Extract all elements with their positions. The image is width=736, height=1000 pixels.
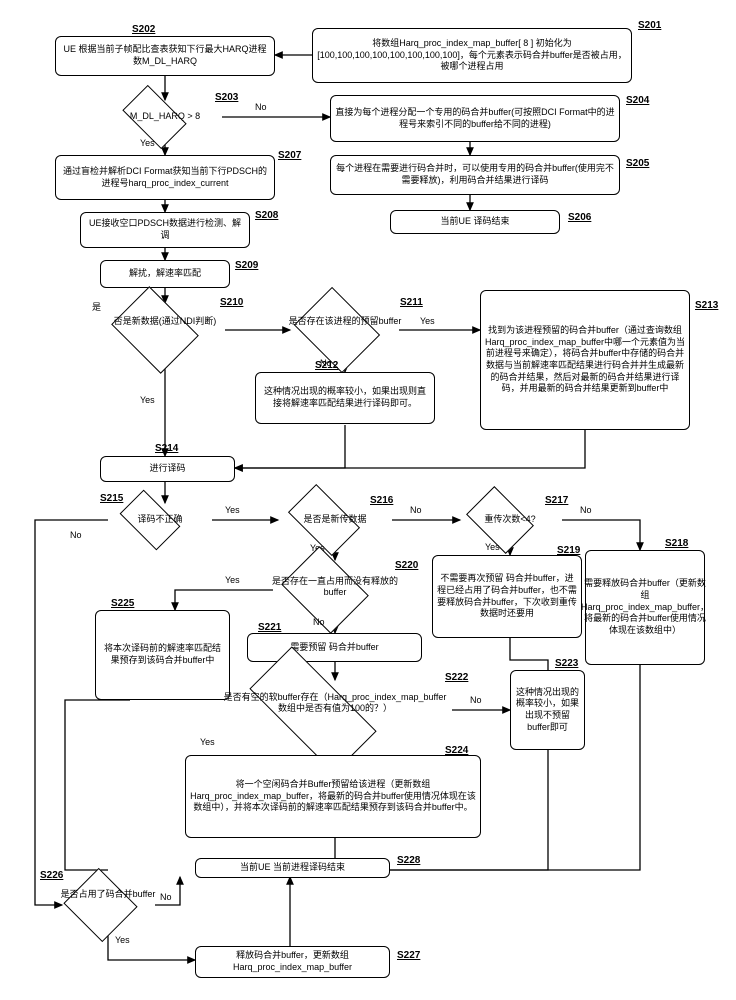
node-s227-text: 释放码合并buffer，更新数组Harq_proc_index_map_buff… [200,950,385,973]
edge-s222-no: No [470,695,482,705]
node-s214: 进行译码 [100,456,235,482]
label-s208: S208 [255,210,278,221]
edge-s222-yes: Yes [200,737,215,747]
label-s215: S215 [100,493,123,504]
edge-s210-shi: 是 [92,300,101,313]
node-s223-text: 这种情况出现的概率较小，如果出现不预留buffer即可 [515,687,580,734]
label-s214: S214 [155,443,178,454]
node-s221-text: 需要预留 码合并buffer [290,642,378,654]
edge-s215-yes: Yes [225,505,240,515]
node-s203-text: M_DL_HARQ > 8 [110,111,220,122]
node-s208-text: UE接收空口PDSCH数据进行检测、解调 [85,218,245,241]
node-s218-text: 需要释放码合并buffer（更新数组Harq_proc_index_map_bu… [581,578,709,636]
label-s204: S204 [626,95,649,106]
node-s215-text: 译码不正确 [112,514,208,525]
edge-s226-yes: Yes [115,935,130,945]
node-s227: 释放码合并buffer，更新数组Harq_proc_index_map_buff… [195,946,390,978]
node-s213: 找到为该进程预留的码合并buffer（通过查询数组Harq_proc_index… [480,290,690,430]
label-s202: S202 [132,24,155,35]
node-s211-text: 是否存在该进程的预留buffer [285,316,405,327]
node-s225-text: 将本次译码前的解速率匹配结果预存到该码合并buffer中 [100,643,225,666]
label-s201: S201 [638,20,661,31]
label-s211: S211 [400,297,423,308]
node-s202-text: UE 根据当前子帧配比查表获知下行最大HARQ进程数M_DL_HARQ [60,44,270,67]
node-s204-text: 直接为每个进程分配一个专用的码合并buffer(可按照DCI Format中的进… [335,107,615,130]
label-s223: S223 [555,658,578,669]
label-s228: S228 [397,855,420,866]
label-s222: S222 [445,672,468,683]
label-s218: S218 [665,538,688,549]
node-s218: 需要释放码合并buffer（更新数组Harq_proc_index_map_bu… [585,550,705,665]
edge-s215-no: No [70,530,82,540]
node-s204: 直接为每个进程分配一个专用的码合并buffer(可按照DCI Format中的进… [330,95,620,142]
node-s221: 需要预留 码合并buffer [247,633,422,662]
node-s207-text: 通过盲检并解析DCI Format获知当前下行PDSCH的进程号harq_pro… [60,166,270,189]
label-s216: S216 [370,495,393,506]
label-s224: S224 [445,745,468,756]
label-s221: S221 [258,622,281,633]
node-s212-text: 这种情况出现的概率较小，如果出现则直接将解速率匹配结果进行译码即可。 [260,386,430,409]
node-s228: 当前UE 当前进程译码结束 [195,858,390,878]
label-s205: S205 [626,158,649,169]
node-s217-text: 重传次数<4? [458,514,562,525]
node-s223: 这种情况出现的概率较小，如果出现不预留buffer即可 [510,670,585,750]
node-s209: 解扰，解速率匹配 [100,260,230,288]
node-s228-text: 当前UE 当前进程译码结束 [240,862,345,874]
node-s206-text: 当前UE 译码结束 [440,216,509,228]
node-s212: 这种情况出现的概率较小，如果出现则直接将解速率匹配结果进行译码即可。 [255,372,435,424]
node-s216-text: 是否是新传数据 [277,514,393,525]
node-s224-text: 将一个空闲码合并Buffer预留给该进程（更新数组Harq_proc_index… [190,779,476,814]
edge-s216-no: No [410,505,422,515]
edge-s203-yes: Yes [140,138,155,148]
edge-s203-no: No [255,102,267,112]
node-s210-text: 否是新数据(通过NDI判断) [103,316,227,327]
node-s222-text: 是否有空的软buffer存在（Harq_proc_index_map_buffe… [220,692,450,714]
label-s219: S219 [557,545,580,556]
edge-s226-no: No [160,892,172,902]
node-s220-text: 是否存在一直占用而没有释放的buffer [271,576,399,598]
label-s206: S206 [568,212,591,223]
node-s205: 每个进程在需要进行码合并时，可以使用专用的码合并buffer(使用完不需要释放)… [330,155,620,195]
label-s226: S226 [40,870,63,881]
node-s202: UE 根据当前子帧配比查表获知下行最大HARQ进程数M_DL_HARQ [55,36,275,76]
label-s213: S213 [695,300,718,311]
edge-s220-yes: Yes [225,575,240,585]
node-s214-text: 进行译码 [149,463,185,475]
edge-s217-yes: Yes [485,542,500,552]
node-s225: 将本次译码前的解速率匹配结果预存到该码合并buffer中 [95,610,230,700]
node-s201: 将数组Harq_proc_index_map_buffer[ 8 ] 初始化为[… [312,28,632,83]
node-s226-text: 是否占用了码合并buffer [58,889,158,900]
edge-s220-no: No [313,617,325,627]
edge-s210-yes: Yes [140,395,155,405]
node-s219-text: 不需要再次预留 码合并buffer，进程已经占用了码合并buffer，也不需要释… [437,573,577,620]
label-s210: S210 [220,297,243,308]
node-s209-text: 解扰，解速率匹配 [129,268,201,280]
node-s201-text: 将数组Harq_proc_index_map_buffer[ 8 ] 初始化为[… [317,38,627,73]
node-s206: 当前UE 译码结束 [390,210,560,234]
node-s219: 不需要再次预留 码合并buffer，进程已经占用了码合并buffer，也不需要释… [432,555,582,638]
label-s227: S227 [397,950,420,961]
node-s207: 通过盲检并解析DCI Format获知当前下行PDSCH的进程号harq_pro… [55,155,275,200]
node-s205-text: 每个进程在需要进行码合并时，可以使用专用的码合并buffer(使用完不需要释放)… [335,163,615,186]
label-s225: S225 [111,598,134,609]
label-s217: S217 [545,495,568,506]
node-s208: UE接收空口PDSCH数据进行检测、解调 [80,212,250,248]
edge-s217-no: No [580,505,592,515]
edge-s211-yes: Yes [420,316,435,326]
label-s209: S209 [235,260,258,271]
node-s224: 将一个空闲码合并Buffer预留给该进程（更新数组Harq_proc_index… [185,755,481,838]
label-s220: S220 [395,560,418,571]
label-s212: S212 [315,360,338,371]
label-s207: S207 [278,150,301,161]
label-s203: S203 [215,92,238,103]
node-s213-text: 找到为该进程预留的码合并buffer（通过查询数组Harq_proc_index… [485,325,685,395]
